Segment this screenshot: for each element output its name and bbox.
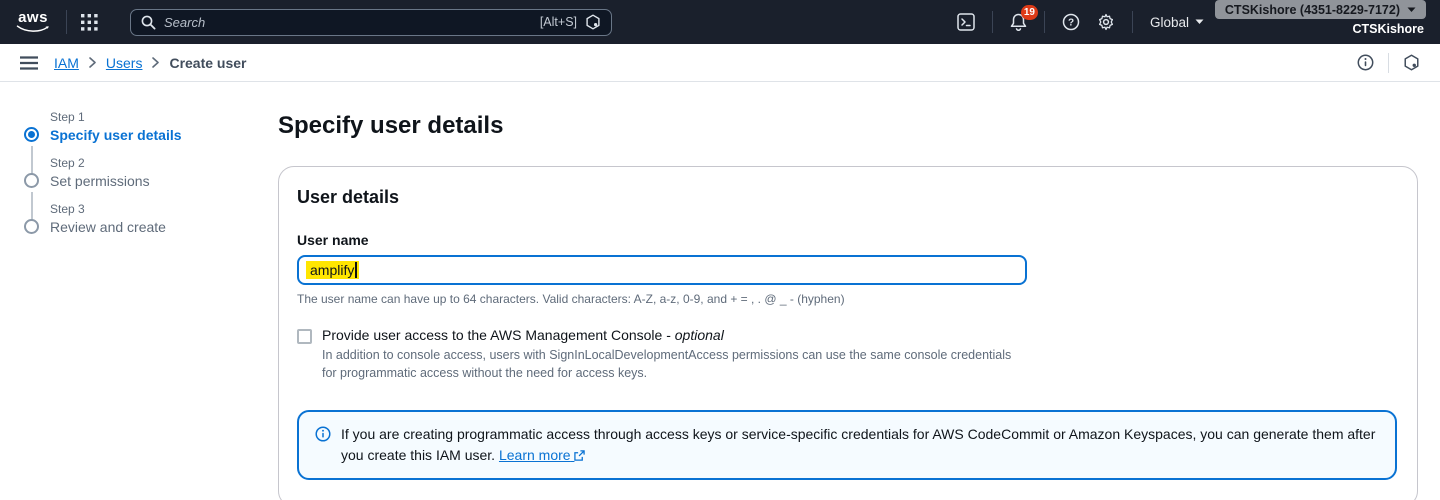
chevron-down-icon [1407, 7, 1416, 13]
learn-more-link[interactable]: Learn more [499, 447, 585, 463]
step-radio-filled-icon [24, 127, 39, 142]
step-number-label: Step 3 [50, 202, 278, 216]
breadcrumb-separator-icon [89, 57, 96, 68]
info-alert-text: If you are creating programmatic access … [341, 424, 1379, 466]
services-grid-icon[interactable] [81, 14, 98, 31]
breadcrumb-separator-icon [152, 57, 159, 68]
amazon-q-icon [585, 14, 601, 30]
main-panel: Specify user details User details User n… [278, 82, 1440, 499]
user-name-label: User name [297, 232, 1397, 248]
topbar-divider [1132, 11, 1133, 33]
step-title: Set permissions [50, 173, 278, 189]
content-area: Step 1 Specify user details Step 2 Set p… [0, 82, 1440, 499]
aws-logo[interactable]: aws [14, 11, 52, 33]
breadcrumb: IAM Users Create user [54, 55, 247, 71]
breadcrumb-users-link[interactable]: Users [106, 55, 143, 71]
top-nav-bar: aws [0, 0, 1440, 44]
account-menu-button[interactable]: CTSKishore (4351-8229-7172) [1215, 0, 1426, 19]
step-number-label: Step 1 [50, 110, 278, 124]
wizard-step-3[interactable]: Step 3 Review and create [24, 202, 278, 235]
text-cursor [355, 262, 357, 278]
console-access-label[interactable]: Provide user access to the AWS Managemen… [322, 327, 1027, 343]
search-input[interactable]: Search [Alt+S] [130, 9, 612, 36]
aws-smile-icon [16, 25, 50, 33]
info-icon[interactable] [1357, 54, 1374, 71]
region-label: Global [1150, 15, 1189, 30]
divider [1388, 53, 1389, 73]
breadcrumb-right-tools [1357, 53, 1420, 73]
breadcrumb-iam-link[interactable]: IAM [54, 55, 79, 71]
console-access-description: In addition to console access, users wit… [322, 346, 1027, 382]
topbar-divider [992, 11, 993, 33]
breadcrumb-bar: IAM Users Create user [0, 44, 1440, 82]
topbar-divider [66, 10, 67, 34]
step-title: Review and create [50, 219, 278, 235]
user-name-hint: The user name can have up to 64 characte… [297, 292, 1397, 306]
account-menu-label: CTSKishore (4351-8229-7172) [1225, 3, 1400, 17]
wizard-step-2[interactable]: Step 2 Set permissions [24, 156, 278, 189]
search-icon [141, 15, 156, 30]
page-title: Specify user details [278, 112, 1418, 140]
console-access-row: Provide user access to the AWS Managemen… [297, 327, 1397, 382]
svg-text:?: ? [1068, 18, 1074, 29]
search-shortcut: [Alt+S] [540, 15, 577, 29]
wizard-step-1[interactable]: Step 1 Specify user details [24, 110, 278, 143]
console-access-text: Provide user access to the AWS Managemen… [322, 327, 1027, 382]
info-alert: If you are creating programmatic access … [297, 410, 1397, 480]
card-heading: User details [297, 187, 1397, 208]
topbar-left: aws [14, 9, 612, 36]
breadcrumb-current: Create user [169, 55, 246, 71]
aws-logo-text: aws [18, 11, 48, 25]
help-icon[interactable]: ? [1062, 13, 1080, 31]
region-selector[interactable]: Global [1150, 15, 1204, 30]
step-radio-empty-icon [24, 173, 39, 188]
user-name-value: amplify [306, 261, 359, 279]
aws-iam-create-user-page: aws [0, 0, 1440, 500]
info-icon [315, 426, 331, 466]
user-details-card: User details User name amplify The user … [278, 166, 1418, 500]
amazon-q-icon[interactable] [1403, 54, 1420, 71]
topbar-divider [1044, 11, 1045, 33]
notifications-bell-icon[interactable]: 19 [1010, 13, 1027, 31]
step-title: Specify user details [50, 127, 278, 143]
account-name-label: CTSKishore [1352, 22, 1424, 36]
notification-count-badge: 19 [1021, 5, 1038, 20]
hamburger-menu-icon[interactable] [20, 56, 38, 70]
user-name-input[interactable]: amplify [297, 255, 1027, 285]
chevron-down-icon [1195, 19, 1204, 25]
wizard-steps-sidebar: Step 1 Specify user details Step 2 Set p… [0, 82, 278, 499]
console-access-checkbox[interactable] [297, 329, 312, 344]
cloudshell-icon[interactable] [957, 13, 975, 31]
step-number-label: Step 2 [50, 156, 278, 170]
step-radio-empty-icon [24, 219, 39, 234]
external-link-icon [574, 450, 585, 461]
settings-gear-icon[interactable] [1097, 13, 1115, 31]
search-placeholder: Search [164, 15, 532, 30]
